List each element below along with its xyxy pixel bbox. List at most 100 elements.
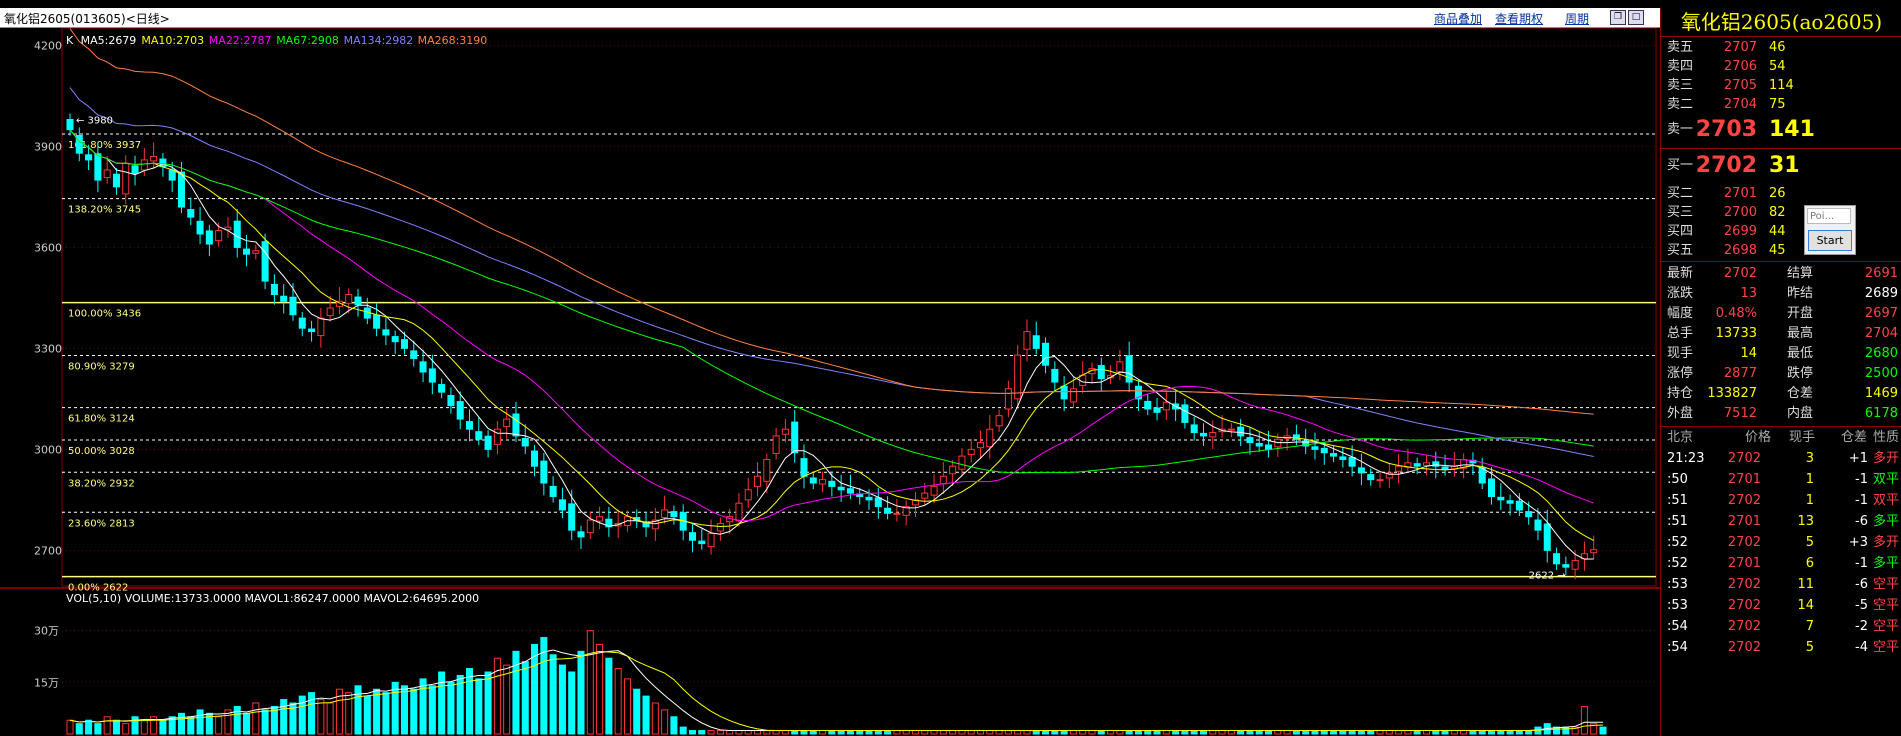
volume-bar	[568, 671, 576, 735]
bid-row-1: 买一 2702 31	[1667, 153, 1800, 178]
volume-bar	[1330, 730, 1338, 735]
candle-body	[205, 230, 213, 245]
volume-bar	[1469, 730, 1477, 735]
volume-bar	[428, 685, 436, 735]
volume-bar	[1116, 730, 1124, 735]
tick-oi-change: -5	[1855, 598, 1868, 613]
volume-y-label: 15万	[34, 676, 59, 689]
stat-value: 2500	[1864, 366, 1898, 381]
volume-bar	[1460, 730, 1468, 735]
candle-body	[1553, 553, 1561, 565]
stat-value: 2691	[1864, 266, 1898, 281]
volume-bar	[280, 699, 288, 735]
stat-value: 13	[1740, 286, 1757, 301]
candle-body	[1395, 465, 1403, 472]
volume-bar	[1227, 730, 1235, 735]
volume-bar	[1515, 730, 1523, 735]
ask-row-1: 卖一 2703 141	[1667, 117, 1815, 142]
tick-row: :53 2702 11 -6 空平	[1661, 575, 1901, 594]
volume-bar	[642, 695, 650, 735]
fib-level-label: 38.20% 2932	[68, 478, 135, 489]
tick-row: :52 2701 6 -1 多平	[1661, 554, 1901, 573]
volume-bar	[1385, 730, 1393, 735]
point-input[interactable]: Poi...	[1807, 208, 1851, 224]
volume-bar	[744, 730, 752, 735]
maximize-icon[interactable]: □	[1628, 10, 1644, 25]
volume-bar	[549, 654, 557, 735]
volume-bar	[1339, 730, 1347, 735]
candle-body	[1265, 444, 1273, 450]
candle-body	[735, 502, 743, 522]
ask-row-3: 卖三 2705 114	[1667, 78, 1794, 93]
volume-bar	[1134, 730, 1142, 735]
candle-body	[1348, 456, 1356, 467]
tick-time: 21:23	[1667, 451, 1705, 466]
volume-bar	[1004, 730, 1012, 735]
volume-bar	[976, 730, 985, 735]
stat-label: 仓差	[1787, 386, 1814, 401]
volume-bar	[326, 702, 334, 735]
chart-title-bar: 氧化铝2605(013605)<日线> 商品叠加 查看期权 周期 ❐ □ ×	[0, 8, 1660, 28]
ticks-separator	[1661, 426, 1901, 427]
volume-bar	[1441, 730, 1449, 735]
restore-icon[interactable]: ❐	[1610, 10, 1626, 25]
tick-oi-change: -4	[1855, 640, 1868, 655]
y-tick-label: 4200	[34, 39, 62, 52]
start-button[interactable]: Start	[1808, 230, 1852, 251]
candle-body	[1357, 467, 1365, 474]
period-link[interactable]: 周期	[1565, 10, 1589, 27]
candle-body	[317, 317, 325, 337]
stat-label: 结算	[1787, 266, 1814, 281]
ask-row-5: 卖五 2707 46	[1667, 40, 1786, 55]
volume-bar	[1255, 730, 1263, 735]
volume-bar	[177, 712, 186, 735]
volume-bar	[1246, 730, 1254, 735]
tick-oi-change: -2	[1855, 619, 1868, 634]
candle-body	[122, 162, 130, 195]
volume-title: VOL(5,10) VOLUME:13733.0000 MAVOL1:86247…	[66, 592, 479, 605]
volume-bar	[122, 723, 130, 735]
tick-volume: 3	[1805, 451, 1814, 466]
volume-bar	[447, 681, 455, 735]
ma-legend-item: MA22:2787	[209, 34, 272, 47]
candle-body	[1162, 401, 1170, 411]
stat-label: 开盘	[1787, 306, 1814, 321]
stat-value: 2877	[1723, 366, 1757, 381]
bid-row-3: 买三 2700 82	[1667, 205, 1786, 220]
kline-chart[interactable]: 4200 3900 3600 3300 3000 2700 161.80% 3937 138.…	[0, 28, 1660, 736]
candle-body	[1181, 404, 1189, 423]
tick-time: :53	[1667, 598, 1688, 613]
volume-bar	[1432, 730, 1440, 735]
volume-bar	[1144, 730, 1152, 735]
candle-body	[540, 460, 548, 484]
volume-bar	[1487, 730, 1496, 735]
volume-bar	[1032, 730, 1040, 735]
tick-price: 2702	[1727, 640, 1761, 655]
kline-svg[interactable]: 420039003600330030002700161.80% 3937138.…	[0, 28, 1660, 736]
stat-value: 2680	[1864, 346, 1898, 361]
low-annotation: 2622 →	[1529, 571, 1566, 582]
volume-bar	[187, 716, 195, 735]
volume-bar	[800, 730, 808, 735]
candle-body	[1487, 478, 1496, 497]
candle-body	[800, 458, 808, 477]
candle-body	[280, 295, 288, 302]
candle-body	[1190, 424, 1198, 434]
candle-body	[1060, 385, 1068, 400]
stat-label: 幅度	[1667, 306, 1694, 321]
stat-row: 现手 14 最低 2680	[1661, 344, 1901, 363]
overlay-commodity-link[interactable]: 商品叠加	[1434, 10, 1482, 27]
stat-value: 6178	[1864, 406, 1898, 421]
volume-bar	[1580, 705, 1588, 735]
volume-bar	[493, 657, 501, 735]
volume-bar	[911, 730, 919, 735]
tick-price: 2701	[1727, 556, 1761, 571]
candle-body	[112, 173, 120, 188]
y-tick-label: 2700	[34, 544, 62, 557]
candle-body	[382, 329, 390, 336]
view-options-link[interactable]: 查看期权	[1495, 10, 1543, 27]
volume-bar	[921, 730, 929, 735]
volume-bar	[1497, 730, 1505, 735]
volume-bar	[1042, 730, 1050, 735]
candle-body	[1144, 400, 1152, 410]
